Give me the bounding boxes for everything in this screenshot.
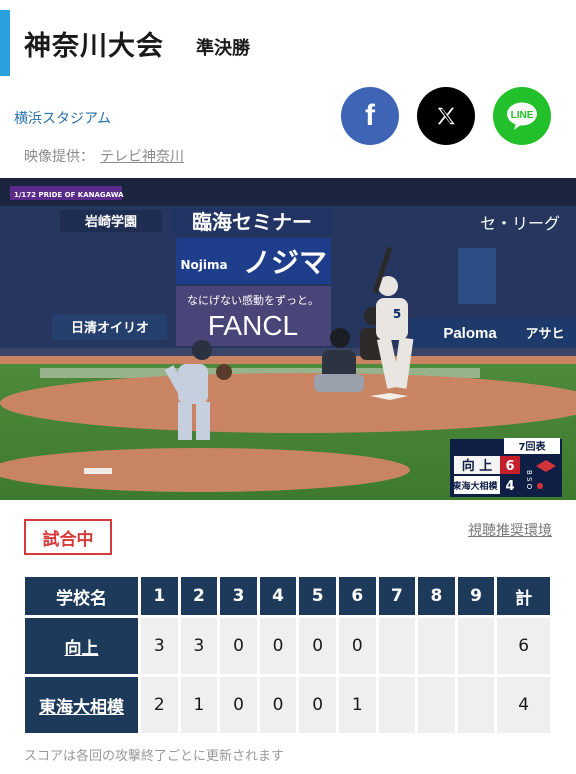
score-cell: 0: [299, 618, 336, 674]
overlay-score-1: 6: [505, 459, 514, 474]
score-cell: [418, 618, 455, 674]
score-cell: [418, 677, 455, 733]
ad-iwasaki: 岩崎学園: [84, 214, 137, 230]
header-inning-4: 4: [259, 577, 297, 615]
header-inning-8: 8: [418, 577, 455, 615]
ad-central-league: セ・リーグ: [480, 214, 560, 233]
video-provider: 映像提供： テレビ神奈川: [24, 146, 184, 166]
score-cell: 0: [338, 618, 376, 674]
header-inning-5: 5: [299, 577, 336, 615]
venue-label: 横浜スタジアム: [14, 111, 112, 127]
score-cell: [457, 618, 495, 674]
broadcast-corner-label: 1/172 PRIDE OF KANAGAWA: [14, 191, 124, 199]
score-cell: 3: [180, 618, 218, 674]
scoreboard-table: 学校名 1 2 3 4 5 6 7 8 9 計 向上 3 3 0 0 0 0 6: [22, 574, 553, 736]
score-cell: 1: [338, 677, 376, 733]
x-share-button[interactable]: [417, 87, 475, 145]
ad-rinkai: 臨海セミナー: [192, 210, 312, 234]
line-share-button[interactable]: LINE: [493, 87, 551, 145]
score-cell: 2: [141, 677, 178, 733]
overlay-bso: B S O: [525, 470, 533, 490]
score-cell: 0: [220, 677, 257, 733]
header-inning-6: 6: [338, 577, 376, 615]
facebook-share-button[interactable]: f: [341, 87, 399, 145]
ad-asahi: アサヒ: [525, 327, 564, 342]
header-inning-9: 9: [457, 577, 495, 615]
video-player[interactable]: 岩崎学園 臨海セミナー セ・リーグ Nojima ノジマ なにげない感動をずっと…: [0, 178, 576, 500]
round-label: 準決勝: [196, 38, 250, 59]
total-cell: 6: [497, 618, 550, 674]
overlay-inning: 7回表: [519, 440, 547, 453]
scoreboard-header-row: 学校名 1 2 3 4 5 6 7 8 9 計: [25, 577, 550, 615]
viewing-environment-link[interactable]: 視聴推奨環境: [468, 520, 552, 540]
ad-nojima: ノジマ: [243, 246, 327, 279]
facebook-icon: f: [365, 99, 375, 132]
x-icon: [437, 107, 455, 125]
header-inning-7: 7: [378, 577, 416, 615]
score-cell: 0: [259, 618, 297, 674]
table-row: 向上 3 3 0 0 0 0 6: [25, 618, 550, 674]
title-accent-bar: [0, 10, 10, 76]
team-link-kojo[interactable]: 向上: [25, 618, 138, 674]
header-school: 学校名: [25, 577, 138, 615]
update-note: スコアは各回の攻撃終了ごとに更新されます: [24, 749, 285, 764]
score-cell: [378, 618, 416, 674]
ad-fancl: FANCL: [208, 310, 298, 341]
header-inning-2: 2: [180, 577, 218, 615]
score-cell: 0: [220, 618, 257, 674]
overlay-team-1: 向 上: [462, 458, 493, 474]
provider-link[interactable]: テレビ神奈川: [100, 149, 184, 165]
header-inning-1: 1: [141, 577, 178, 615]
video-frame: 岩崎学園 臨海セミナー セ・リーグ Nojima ノジマ なにげない感動をずっと…: [0, 178, 576, 500]
overlay-team-2: 東海大相模: [452, 480, 498, 492]
score-cell: [457, 677, 495, 733]
svg-text:LINE: LINE: [511, 110, 534, 121]
score-cell: 0: [259, 677, 297, 733]
batter-number: 5: [393, 307, 401, 321]
score-cell: 0: [299, 677, 336, 733]
line-icon: LINE: [507, 102, 537, 130]
provider-label: 映像提供：: [24, 149, 94, 165]
score-cell: 3: [141, 618, 178, 674]
score-cell: 1: [180, 677, 218, 733]
score-cell: [378, 677, 416, 733]
overlay-score-2: 4: [505, 479, 514, 494]
table-row: 東海大相模 2 1 0 0 0 1 4: [25, 677, 550, 733]
header-inning-3: 3: [220, 577, 257, 615]
page-title: 神奈川大会: [24, 31, 164, 62]
team-link-tokai-sagami[interactable]: 東海大相模: [25, 677, 138, 733]
total-cell: 4: [497, 677, 550, 733]
page-header: 神奈川大会 準決勝: [0, 6, 576, 76]
ad-paloma: Paloma: [443, 325, 497, 342]
header-total: 計: [497, 577, 550, 615]
ad-nojima-en: Nojima: [180, 258, 227, 272]
ad-nisshin: 日清オイリオ: [71, 320, 149, 336]
game-status-badge: 試合中: [24, 519, 112, 555]
ad-fancl-copy: なにげない感動をずっと。: [187, 293, 319, 307]
video-score-overlay: 7回表 向 上 6 東海大相模 4 B S O: [450, 438, 562, 497]
